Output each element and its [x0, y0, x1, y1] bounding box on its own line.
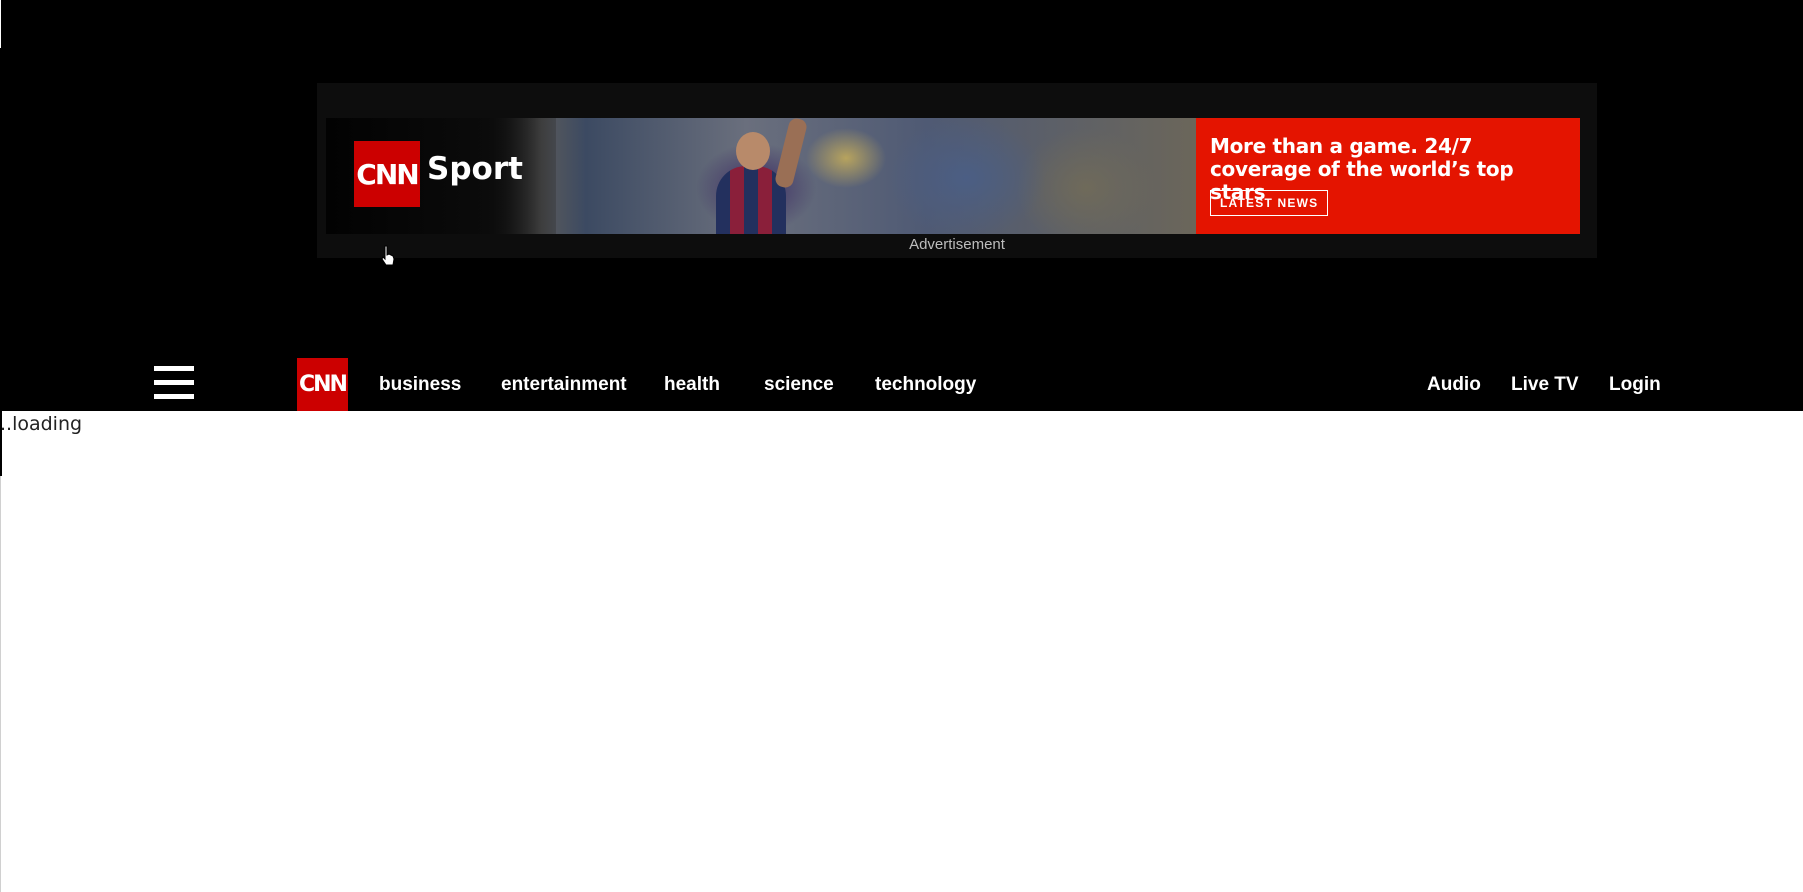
- nav-link-business[interactable]: business: [379, 374, 461, 396]
- nav-link-science[interactable]: science: [764, 374, 834, 396]
- cnn-logo[interactable]: CNN: [297, 358, 348, 411]
- nav-link-login[interactable]: Login: [1609, 374, 1661, 396]
- main-nav: CNN business entertainment health scienc…: [0, 350, 1803, 411]
- ad-banner[interactable]: CNN Sport More than a game. 24/7 coverag…: [326, 118, 1580, 234]
- header-region: CNN Sport More than a game. 24/7 coverag…: [0, 0, 1803, 411]
- hamburger-menu-icon[interactable]: [154, 366, 194, 402]
- edge-marker: [0, 0, 1, 48]
- ad-label: Advertisement: [909, 236, 1005, 253]
- ad-brand-name: Sport: [427, 151, 523, 187]
- nav-link-audio[interactable]: Audio: [1427, 374, 1481, 396]
- nav-link-entertainment[interactable]: entertainment: [501, 374, 627, 396]
- ad-player-figure: [696, 118, 816, 234]
- ad-image: CNN Sport: [326, 118, 1196, 234]
- loading-status: ..loading: [0, 413, 83, 435]
- hand-cursor-icon: [381, 245, 395, 266]
- ad-text-panel: More than a game. 24/7 coverage of the w…: [1196, 118, 1580, 234]
- nav-link-technology[interactable]: technology: [875, 374, 976, 396]
- nav-link-health[interactable]: health: [664, 374, 720, 396]
- ad-cnn-logo: CNN: [354, 141, 420, 207]
- page-outline: [0, 476, 1, 892]
- nav-link-live-tv[interactable]: Live TV: [1511, 374, 1579, 396]
- ad-container: CNN Sport More than a game. 24/7 coverag…: [317, 83, 1597, 258]
- ad-cta-button[interactable]: LATEST NEWS: [1210, 190, 1329, 216]
